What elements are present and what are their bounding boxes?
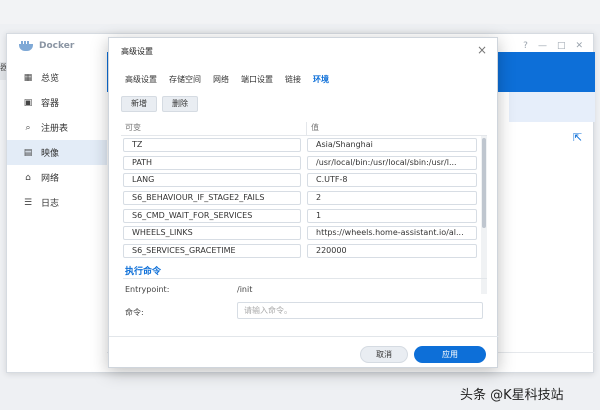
image-icon: ▤ — [23, 147, 33, 158]
table-row: S6_BEHAVIOUR_IF_STAGE2_FAILS 2 — [121, 189, 487, 207]
docker-titlebar: Docker — [19, 41, 74, 51]
dialog-title: 高级设置 — [121, 47, 153, 56]
tab-bar: 高级设置 存储空间 网络 端口设置 链接 环境 — [125, 74, 329, 85]
env-value-field[interactable]: https://wheels.home-assistant.io/al... — [307, 226, 477, 241]
table-row: S6_CMD_WAIT_FOR_SERVICES 1 — [121, 207, 487, 225]
sidebar-item-registry[interactable]: ⌕ 注册表 — [7, 115, 107, 140]
sidebar-item-label: 总览 — [41, 74, 60, 84]
scrollbar-thumb[interactable] — [482, 138, 486, 228]
tab-links[interactable]: 链接 — [285, 74, 301, 85]
close-icon[interactable]: × — [477, 43, 487, 57]
table-row: PATH /usr/local/bin:/usr/local/sbin:/usr… — [121, 154, 487, 172]
tab-advanced[interactable]: 高级设置 — [125, 74, 157, 85]
column-header-variable: 可变 — [125, 123, 141, 132]
table-row: WHEELS_LINKS https://wheels.home-assista… — [121, 224, 487, 242]
env-key-field[interactable]: S6_BEHAVIOUR_IF_STAGE2_FAILS — [123, 190, 301, 205]
cancel-button[interactable]: 取消 — [360, 346, 408, 363]
minimize-icon[interactable]: — — [538, 41, 547, 51]
sidebar-item-label: 注册表 — [41, 124, 69, 134]
env-key-field[interactable]: LANG — [123, 173, 301, 188]
tab-network[interactable]: 网络 — [213, 74, 229, 85]
sidebar-item-label: 映像 — [41, 149, 60, 159]
command-input[interactable]: 请输入命令。 — [237, 302, 483, 319]
table-row: TZ Asia/Shanghai — [121, 136, 487, 154]
table-row: S6_SERVICES_GRACETIME 220000 — [121, 242, 487, 260]
apply-button[interactable]: 应用 — [414, 346, 486, 363]
advanced-settings-dialog: 高级设置 × 高级设置 存储空间 网络 端口设置 链接 环境 新增 删除 可变 … — [108, 37, 499, 368]
docker-whale-icon — [19, 41, 33, 51]
tab-storage[interactable]: 存储空间 — [169, 74, 201, 85]
sidebar-item-label: 容器 — [41, 99, 60, 109]
overview-icon: ▦ — [23, 72, 33, 83]
env-key-field[interactable]: PATH — [123, 155, 301, 170]
env-table: 可变 值 TZ Asia/Shanghai PATH /usr/local/bi… — [121, 122, 487, 294]
sidebar-item-overview[interactable]: ▦ 总览 — [7, 65, 107, 90]
add-button[interactable]: 新增 — [121, 96, 157, 112]
tab-environment[interactable]: 环境 — [313, 74, 329, 85]
exec-command-heading: 执行命令 — [125, 267, 162, 277]
env-value-field[interactable]: Asia/Shanghai — [307, 137, 477, 152]
divider — [109, 336, 499, 337]
delete-button[interactable]: 删除 — [162, 96, 198, 112]
docker-app-title: Docker — [39, 41, 75, 51]
log-icon: ☰ — [23, 197, 33, 208]
sidebar-item-label: 日志 — [41, 199, 60, 209]
help-icon[interactable]: ? — [523, 41, 528, 51]
selected-row-highlight — [509, 92, 595, 122]
sidebar-item-container[interactable]: ▣ 容器 — [7, 90, 107, 115]
env-value-field[interactable]: 220000 — [307, 243, 477, 258]
env-toolbar: 新增 删除 — [121, 96, 198, 112]
external-link-icon[interactable]: ⇱ — [573, 131, 582, 144]
env-key-field[interactable]: S6_CMD_WAIT_FOR_SERVICES — [123, 208, 301, 223]
registry-icon: ⌕ — [25, 122, 31, 133]
env-value-field[interactable]: /usr/local/bin:/usr/local/sbin:/usr/l... — [307, 155, 477, 170]
env-value-field[interactable]: 1 — [307, 208, 477, 223]
env-key-field[interactable]: WHEELS_LINKS — [123, 226, 301, 241]
tab-ports[interactable]: 端口设置 — [241, 74, 273, 85]
maximize-icon[interactable]: □ — [557, 41, 566, 51]
sidebar-item-image[interactable]: ▤ 映像 — [7, 140, 107, 165]
table-scrollbar[interactable] — [481, 136, 487, 294]
container-icon: ▣ — [23, 97, 33, 108]
sidebar-item-log[interactable]: ☰ 日志 — [7, 190, 107, 215]
column-header-value: 值 — [306, 122, 319, 135]
window-controls: ? — □ ✕ — [523, 41, 583, 51]
env-key-field[interactable]: TZ — [123, 137, 301, 152]
entrypoint-label: Entrypoint: — [125, 285, 170, 294]
watermark: 头条 @K星科技站 — [460, 388, 564, 403]
command-label: 命令: — [125, 308, 144, 317]
env-key-field[interactable]: S6_SERVICES_GRACETIME — [123, 243, 301, 258]
sidebar-item-label: 网络 — [41, 174, 60, 184]
divider — [123, 278, 487, 279]
table-row: LANG C.UTF-8 — [121, 171, 487, 189]
table-header: 可变 值 — [121, 122, 487, 136]
close-window-icon[interactable]: ✕ — [575, 41, 583, 51]
network-icon: ⌂ — [25, 172, 31, 183]
sidebar: ▦ 总览 ▣ 容器 ⌕ 注册表 ▤ 映像 ⌂ 网络 ☰ 日志 — [7, 65, 107, 215]
entrypoint-value: /init — [237, 285, 253, 294]
desktop-top-bar — [0, 0, 600, 24]
sidebar-item-network[interactable]: ⌂ 网络 — [7, 165, 107, 190]
env-value-field[interactable]: 2 — [307, 190, 477, 205]
env-value-field[interactable]: C.UTF-8 — [307, 173, 477, 188]
